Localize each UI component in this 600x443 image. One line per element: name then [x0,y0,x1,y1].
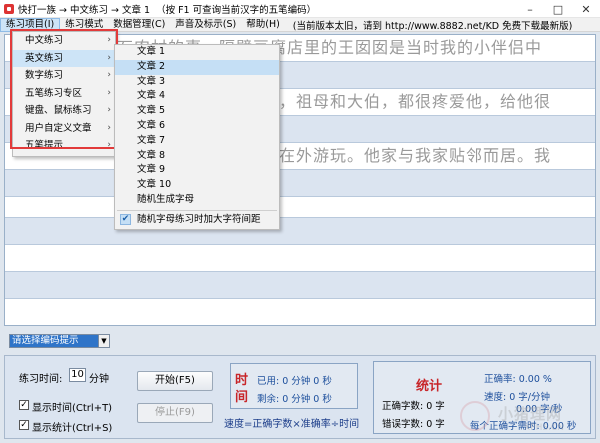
time-input[interactable]: 10 [69,368,86,382]
show-stats-label: 显示统计(Ctrl+S) [32,423,113,434]
speed-formula: 速度=正确字数×准确率÷时间 [224,419,360,430]
time-title-2: 间 [235,390,249,405]
submenu-article-7[interactable]: 文章 7 [115,134,279,149]
maximize-icon[interactable]: □ [544,0,572,18]
time-unit: 分钟 [89,374,109,385]
english-submenu: 文章 1 文章 2 文章 3 文章 4 文章 5 文章 6 文章 7 文章 8 … [114,44,280,230]
version-info[interactable]: (当前版本太旧，请到 http://www.8882.net/KD 免费下载最新… [285,18,573,32]
submenu-article-9[interactable]: 文章 9 [115,163,279,178]
time-used: 已用: 0 分钟 0 秒 [257,376,332,387]
show-stats-checkbox[interactable]: ✓ [19,420,29,430]
stats-title: 统计 [416,379,443,394]
cat-logo-icon [460,401,490,431]
start-button[interactable]: 开始(F5) [137,371,213,391]
watermark-text: 小猪理网 [498,405,563,423]
show-time-label: 显示时间(Ctrl+T) [32,403,113,414]
submenu-wide-spacing[interactable]: ✔ 随机字母练习时加大字符间距 [115,213,279,228]
typing-input-row[interactable] [5,169,595,197]
typing-input-row[interactable] [5,271,595,299]
window-hint: （按 F1 可查询当前汉字的五笔编码） [156,4,317,16]
correct-count: 正确字数: 0 字 [382,401,445,412]
menu-help[interactable]: 帮助(H) [241,18,285,32]
submenu-article-5[interactable]: 文章 5 [115,104,279,119]
stop-button[interactable]: 停止(F9) [137,403,213,423]
highlight-outline [10,29,118,149]
minimize-icon[interactable]: – [516,0,544,18]
title-bar: 快打一族 → 中文练习 → 文章 1 （按 F1 可查询当前汉字的五笔编码） –… [0,0,600,18]
close-icon[interactable]: ✕ [572,0,600,18]
submenu-article-2[interactable]: 文章 2 [115,59,279,75]
practice-line [5,245,595,271]
wrong-count: 错误字数: 0 字 [382,419,445,430]
menu-sound[interactable]: 声音及标示(S) [170,18,241,32]
submenu-article-4[interactable]: 文章 4 [115,89,279,104]
menu-separator [117,209,277,211]
submenu-article-10[interactable]: 文章 10 [115,178,279,193]
watermark-sub: XPHS.CN [524,423,564,433]
typing-input-row[interactable] [5,217,595,245]
watermark: 小猪理网 XPHS.CN [460,397,590,437]
submenu-article-8[interactable]: 文章 8 [115,149,279,164]
window-controls: – □ ✕ [516,0,600,18]
show-time-checkbox[interactable]: ✓ [19,400,29,410]
submenu-article-6[interactable]: 文章 6 [115,119,279,134]
submenu-random-letters[interactable]: 随机生成字母 [115,193,279,208]
encoding-hint-select[interactable]: 请选择编码提示 ▼ [9,334,110,348]
accuracy: 正确率: 0.00 % [484,374,552,385]
time-label: 练习时间: [19,374,63,385]
checkmark-icon: ✔ [120,213,131,225]
time-panel: 时 间 已用: 0 分钟 0 秒 剩余: 0 分钟 0 秒 [230,363,358,409]
submenu-article-1[interactable]: 文章 1 [115,45,279,60]
app-icon [4,3,14,14]
time-remaining: 剩余: 0 分钟 0 秒 [257,394,332,405]
chevron-down-icon[interactable]: ▼ [98,335,109,347]
window-title: 快打一族 → 中文练习 → 文章 1 [18,4,151,16]
submenu-article-3[interactable]: 文章 3 [115,75,279,90]
practice-line [5,299,595,325]
